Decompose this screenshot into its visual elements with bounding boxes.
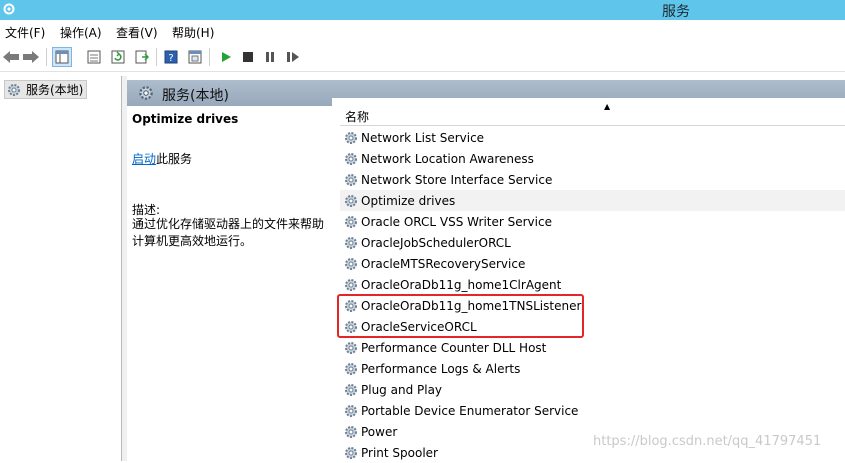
menu-view[interactable]: 查看(V) — [116, 24, 158, 41]
service-name: Oracle ORCL VSS Writer Service — [361, 214, 552, 229]
service-name: Performance Logs & Alerts — [361, 361, 521, 376]
gear-icon — [345, 362, 357, 375]
column-header-label: 名称 — [345, 110, 370, 124]
service-row[interactable]: Portable Device Enumerator Service — [340, 400, 845, 421]
menu-action[interactable]: 操作(A) — [60, 24, 102, 41]
help-icon[interactable]: ? — [161, 47, 181, 67]
sort-ascending-icon: ▲ — [604, 102, 611, 111]
description-text: 通过优化存储驱动器上的文件来帮助计算机更高效地运行。 — [132, 217, 325, 248]
gear-icon — [345, 425, 357, 438]
service-row[interactable]: Oracle ORCL VSS Writer Service — [340, 211, 845, 232]
service-details-pane: Optimize drives 启动此服务 描述: 通过优化存储驱动器上的文件来… — [127, 106, 332, 461]
service-name: OracleServiceORCL — [361, 319, 477, 334]
service-name: OracleMTSRecoveryService — [361, 256, 526, 271]
console-tree: 服务(本地) — [0, 76, 122, 461]
gear-icon — [345, 446, 357, 459]
title-bar: 服务 — [0, 0, 845, 20]
tree-item-label: 服务(本地) — [26, 83, 84, 97]
svg-text:?: ? — [168, 53, 173, 64]
start-service-row: 启动此服务 — [132, 150, 192, 167]
service-name: Power — [361, 424, 398, 439]
gear-icon — [345, 215, 357, 228]
gear-icon — [345, 299, 357, 312]
gear-icon — [345, 152, 357, 165]
restart-service-icon[interactable] — [283, 47, 303, 67]
service-row[interactable]: OracleMTSRecoveryService — [340, 253, 845, 274]
window-title: 服务 — [662, 4, 690, 20]
service-row[interactable]: Network Location Awareness — [340, 148, 845, 169]
gear-icon — [8, 83, 20, 96]
header-title: 服务(本地) — [162, 88, 229, 104]
gear-icon — [345, 194, 357, 207]
service-name: Network List Service — [361, 130, 485, 145]
toolbar: ? — [0, 42, 845, 72]
gear-icon — [345, 236, 357, 249]
refresh-icon[interactable] — [108, 47, 128, 67]
tree-item-services-local[interactable]: 服务(本地) — [4, 80, 88, 99]
export-list-icon[interactable] — [132, 47, 152, 67]
watermark: https://blog.csdn.net/qq_41797451 — [593, 434, 822, 449]
menu-help[interactable]: 帮助(H) — [172, 24, 214, 41]
service-name: Performance Counter DLL Host — [361, 340, 547, 355]
services-app-icon — [3, 3, 15, 15]
service-name: OracleOraDb11g_home1TNSListener — [361, 298, 582, 313]
pause-service-icon[interactable] — [260, 47, 280, 67]
gear-icon — [345, 278, 357, 291]
service-name: OracleOraDb11g_home1ClrAgent — [361, 277, 562, 292]
show-hide-tree-icon[interactable] — [52, 47, 72, 67]
selected-service-name: Optimize drives — [132, 112, 239, 126]
service-row[interactable]: Performance Logs & Alerts — [340, 358, 845, 379]
service-row[interactable]: OracleOraDb11g_home1TNSListener — [340, 295, 845, 316]
start-service-suffix: 此服务 — [156, 152, 193, 166]
service-row[interactable]: OracleServiceORCL — [340, 316, 845, 337]
service-name: Print Spooler — [361, 445, 438, 460]
service-name: Network Store Interface Service — [361, 172, 553, 187]
gear-icon — [139, 86, 153, 100]
back-icon[interactable] — [1, 47, 21, 67]
console-icon[interactable] — [185, 47, 205, 67]
service-row[interactable]: OracleOraDb11g_home1ClrAgent — [340, 274, 845, 295]
start-service-link[interactable]: 启动 — [132, 152, 156, 166]
gear-icon — [345, 173, 357, 186]
service-name: Optimize drives — [361, 193, 456, 208]
gear-icon — [345, 383, 357, 396]
gear-icon — [345, 257, 357, 270]
service-row[interactable]: Performance Counter DLL Host — [340, 337, 845, 358]
service-name: Portable Device Enumerator Service — [361, 403, 579, 418]
service-row[interactable]: Network Store Interface Service — [340, 169, 845, 190]
start-service-icon[interactable] — [216, 47, 236, 67]
service-name: Network Location Awareness — [361, 151, 534, 166]
menu-bar: 文件(F) 操作(A) 查看(V) 帮助(H) — [0, 20, 845, 42]
gear-icon — [345, 131, 357, 144]
gear-icon — [345, 320, 357, 333]
menu-file[interactable]: 文件(F) — [5, 24, 45, 41]
service-row[interactable]: Optimize drives — [340, 190, 845, 211]
service-row[interactable]: Plug and Play — [340, 379, 845, 400]
service-row[interactable]: OracleJobSchedulerORCL — [340, 232, 845, 253]
gear-icon — [345, 341, 357, 354]
service-name: OracleJobSchedulerORCL — [361, 235, 511, 250]
services-list: ▲ 名称 Network List Service Network Locatio… — [332, 98, 845, 461]
service-name: Plug and Play — [361, 382, 443, 397]
properties-icon[interactable] — [84, 47, 104, 67]
service-row[interactable]: Network List Service — [340, 127, 845, 148]
gear-icon — [345, 404, 357, 417]
forward-icon[interactable] — [21, 47, 41, 67]
stop-service-icon[interactable] — [238, 47, 258, 67]
column-header-name[interactable]: ▲ 名称 — [340, 102, 845, 126]
